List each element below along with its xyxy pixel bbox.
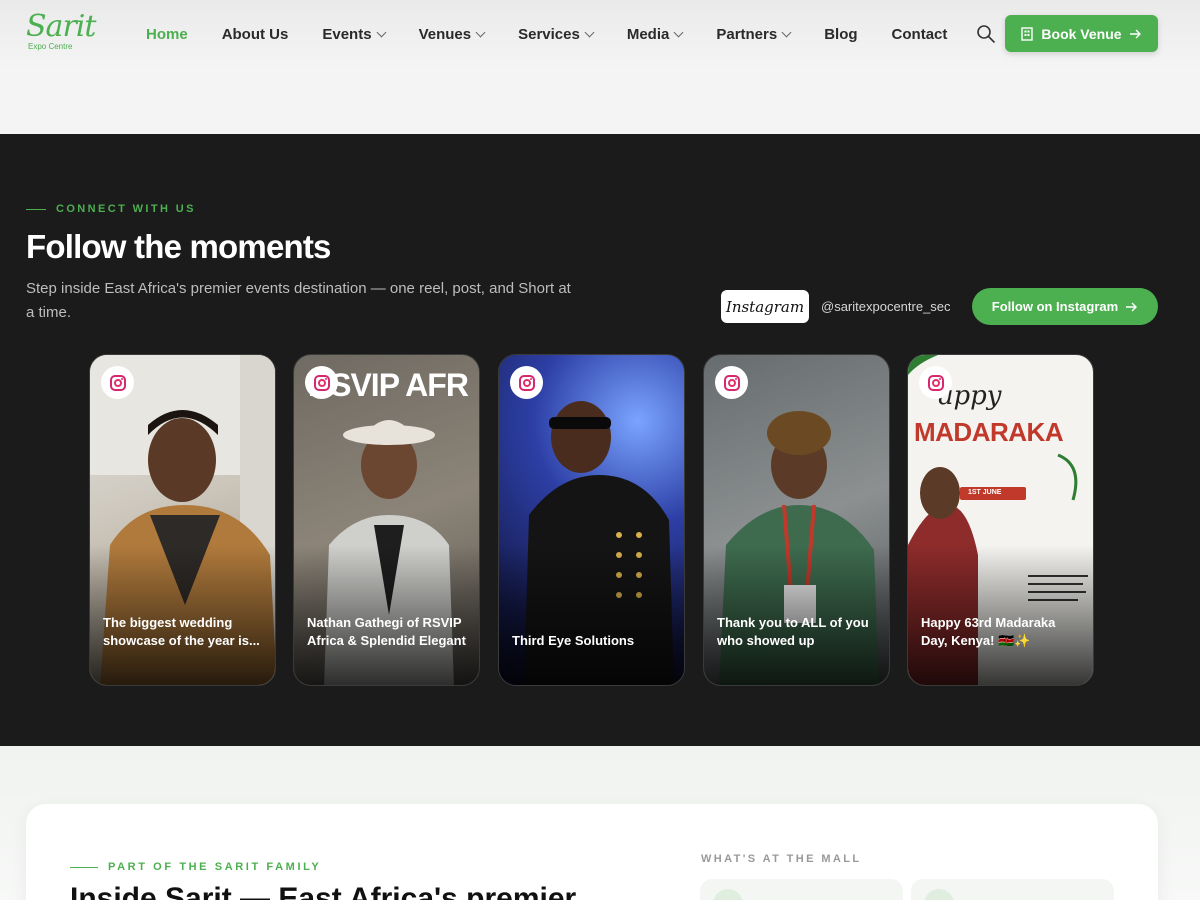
instagram-icon — [510, 366, 543, 399]
eyebrow-line — [26, 208, 46, 210]
chevron-down-icon — [781, 27, 792, 37]
header-spacer — [0, 72, 1200, 134]
instagram-icon — [305, 366, 338, 399]
nav-blog[interactable]: Blog — [824, 26, 857, 43]
nav-blog-label: Blog — [824, 25, 858, 43]
follow-instagram-label: Follow on Instagram — [991, 299, 1119, 314]
sarit-family-section: PART OF THE SARIT FAMILY Inside Sarit — … — [0, 746, 1200, 900]
post-overlay-date: 1ST JUNE — [968, 489, 1002, 496]
nav-media-label: Media — [626, 25, 670, 43]
main-nav: Home About Us Events Venues Services Med… — [146, 0, 981, 68]
instagram-wordmark: Instagram — [721, 290, 809, 323]
family-eyebrow: PART OF THE SARIT FAMILY — [70, 861, 321, 873]
feature-icon — [924, 889, 954, 900]
nav-events-label: Events — [322, 25, 372, 43]
mall-feature-card[interactable] — [911, 879, 1114, 900]
nav-services[interactable]: Services — [518, 25, 595, 43]
social-eyebrow: CONNECT WITH US — [26, 203, 196, 215]
social-eyebrow-text: CONNECT WITH US — [56, 203, 196, 215]
instagram-icon — [101, 366, 134, 399]
chevron-down-icon — [673, 27, 684, 37]
nav-home-label: Home — [146, 25, 188, 43]
chevron-down-icon — [376, 27, 387, 37]
nav-home[interactable]: Home — [146, 26, 188, 43]
feature-icon — [713, 889, 743, 900]
sarit-logo[interactable]: Sarit Expo Centre — [26, 10, 96, 60]
family-panel: PART OF THE SARIT FAMILY Inside Sarit — … — [26, 804, 1158, 900]
site-header: Sarit Expo Centre Home About Us Events V… — [0, 0, 1200, 72]
nav-venues-label: Venues — [418, 25, 472, 43]
instagram-icon — [919, 366, 952, 399]
post-caption: Third Eye Solutions — [512, 633, 635, 648]
nav-events[interactable]: Events — [322, 25, 387, 43]
post-caption: Thank you to ALL of you who showed up — [717, 615, 869, 648]
book-venue-button[interactable]: Book Venue — [1005, 15, 1158, 52]
nav-partners-label: Partners — [716, 25, 778, 43]
building-icon — [1021, 26, 1034, 41]
book-venue-label: Book Venue — [1041, 25, 1122, 42]
instagram-post-card[interactable]: appy MADARAKA 1ST JUNE Happy 63rd Madara… — [907, 354, 1094, 686]
instagram-post-card[interactable]: The biggest wedding showcase of the year… — [89, 354, 276, 686]
family-title: Inside Sarit — East Africa's premier — [70, 882, 577, 900]
instagram-handle[interactable]: @saritexpocentre_sec — [821, 299, 951, 314]
mall-feature-card[interactable] — [700, 879, 903, 900]
post-overlay-text: MADARAKA — [914, 417, 1064, 447]
nav-contact-label: Contact — [891, 25, 948, 43]
logo-wordmark: Sarit — [26, 9, 96, 44]
nav-services-label: Services — [518, 25, 580, 43]
post-caption: The biggest wedding showcase of the year… — [103, 615, 260, 648]
family-eyebrow-text: PART OF THE SARIT FAMILY — [108, 861, 322, 873]
follow-instagram-button[interactable]: Follow on Instagram — [972, 288, 1158, 325]
mall-label: WHAT'S AT THE MALL — [701, 853, 862, 865]
search-button[interactable] — [976, 24, 996, 44]
nav-about-us[interactable]: About Us — [222, 26, 289, 43]
chevron-down-icon — [584, 27, 595, 37]
arrow-right-icon — [1126, 302, 1138, 311]
post-caption: Happy 63rd Madaraka Day, Kenya! 🇰🇪✨ — [921, 615, 1056, 648]
instagram-post-card[interactable]: Thank you to ALL of you who showed up — [703, 354, 890, 686]
eyebrow-line — [70, 866, 98, 868]
search-icon — [977, 25, 995, 43]
social-title: Follow the moments — [26, 228, 331, 265]
nav-media[interactable]: Media — [626, 25, 684, 43]
social-subtitle: Step inside East Africa's premier events… — [26, 280, 571, 321]
nav-venues[interactable]: Venues — [418, 25, 486, 43]
instagram-icon — [715, 366, 748, 399]
nav-contact[interactable]: Contact — [892, 26, 948, 43]
nav-partners[interactable]: Partners — [716, 25, 792, 43]
social-section: CONNECT WITH US Follow the moments Step … — [0, 134, 1200, 746]
post-caption: Nathan Gathegi of RSVIP Africa & Splendi… — [307, 615, 466, 648]
instagram-post-card[interactable]: Third Eye Solutions — [498, 354, 685, 686]
instagram-post-card[interactable]: RSVIP AFR Nathan Gathegi of RSVIP Africa… — [293, 354, 480, 686]
chevron-down-icon — [475, 27, 486, 37]
nav-about-label: About Us — [221, 25, 289, 43]
arrow-right-icon — [1129, 29, 1141, 38]
card-gradient — [499, 545, 684, 685]
